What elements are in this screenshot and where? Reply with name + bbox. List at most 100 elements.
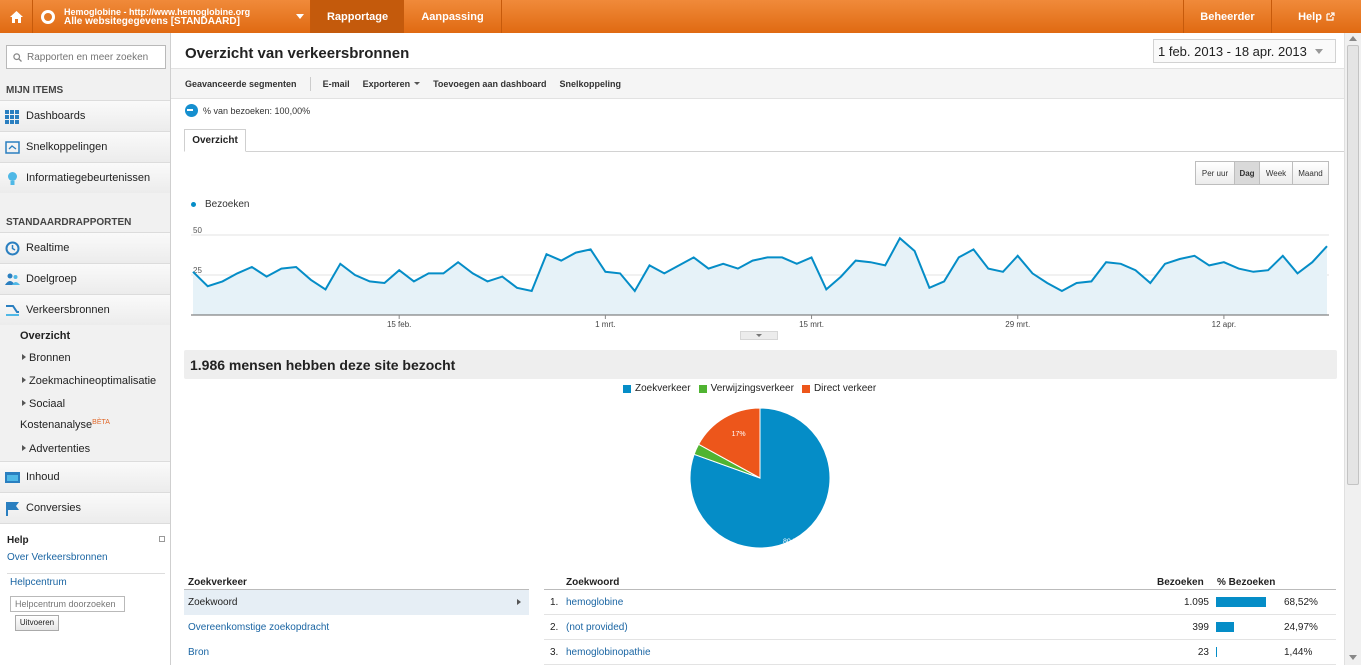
collapse-icon[interactable] xyxy=(159,536,165,542)
row-index: 2. xyxy=(550,622,559,633)
keyword-link[interactable]: (not provided) xyxy=(566,622,628,633)
beta-badge: BÈTA xyxy=(92,419,110,426)
keyword-link[interactable]: hemoglobinopathie xyxy=(566,647,651,658)
dimension-row-bron[interactable]: Bron xyxy=(184,640,529,665)
sidebar-subitem-overzicht[interactable]: Overzicht xyxy=(20,330,70,342)
shortcut-icon xyxy=(5,140,20,154)
legend-label: Verwijzingsverkeer xyxy=(710,383,794,394)
sidebar-item-inhoud[interactable]: Inhoud xyxy=(0,461,170,492)
dag-button[interactable]: Dag xyxy=(1234,162,1259,184)
page-title: Overzicht van verkeersbronnen xyxy=(185,45,410,62)
sidebar-item-snelkoppelingen[interactable]: Snelkoppelingen xyxy=(0,131,170,162)
segment-label: % van bezoeken: 100,00% xyxy=(203,105,311,116)
exporteren-button[interactable]: Exporteren xyxy=(363,79,421,89)
section-standaardrapporten: STANDAARDRAPPORTEN xyxy=(6,217,132,228)
tab-aanpassing[interactable]: Aanpassing xyxy=(404,0,502,33)
section-mijn-items: MIJN ITEMS xyxy=(6,85,64,96)
external-link-icon xyxy=(1326,12,1335,21)
search-input[interactable] xyxy=(27,51,157,63)
clock-icon xyxy=(5,241,20,255)
sidebar-item-dashboards[interactable]: Dashboards xyxy=(0,100,170,131)
dimension-row-zoekwoord[interactable]: Zoekwoord xyxy=(184,590,529,615)
visits-line-chart[interactable]: 255015 feb. 1 mrt. 15 mrt. 29 mrt. 12 apr. xyxy=(191,211,1329,331)
sidebar-item-realtime[interactable]: Realtime xyxy=(0,232,170,263)
legend-label: Zoekverkeer xyxy=(635,383,691,394)
scrollbar-thumb[interactable] xyxy=(1347,45,1359,485)
keyword-link[interactable]: hemoglobine xyxy=(566,597,623,608)
row-index: 3. xyxy=(550,647,559,658)
maand-button[interactable]: Maand xyxy=(1292,162,1328,184)
sidebar-item-conversies[interactable]: Conversies xyxy=(0,492,170,523)
uitvoeren-button[interactable]: Uitvoeren xyxy=(15,615,59,631)
visits-value: 1.095 xyxy=(1183,597,1209,608)
pct-value: 24,97% xyxy=(1284,622,1318,633)
sidebar-search[interactable] xyxy=(6,45,166,69)
vertical-scrollbar[interactable] xyxy=(1344,33,1361,665)
legend-label-bezoeken: Bezoeken xyxy=(205,199,250,210)
tab-rapportage[interactable]: Rapportage xyxy=(311,0,404,33)
sidebar-item-doelgroep[interactable]: Doelgroep xyxy=(0,263,170,294)
account-selector[interactable]: Hemoglobine - http://www.hemoglobine.org… xyxy=(33,0,311,33)
home-icon xyxy=(9,10,23,23)
granularity-switcher: Per uur Dag Week Maand xyxy=(1195,161,1329,185)
content-icon xyxy=(5,471,20,483)
left-dimension-table: Zoekverkeer Zoekwoord Overeenkomstige zo… xyxy=(184,575,529,665)
sidebar-subitem-kostenanalyse[interactable]: KostenanalyseBÈTA xyxy=(20,419,110,431)
sidebar-subitem-sociaal[interactable]: Sociaal xyxy=(20,398,65,410)
people-icon xyxy=(5,273,20,285)
dimension-row-overeenkomstige-zoekopdracht[interactable]: Overeenkomstige zoekopdracht xyxy=(184,615,529,640)
x-tick-label: 1 mrt. xyxy=(595,320,615,329)
email-button[interactable]: E-mail xyxy=(323,79,350,89)
tab-overzicht[interactable]: Overzicht xyxy=(184,129,246,152)
legend-item-direct-verkeer[interactable]: Direct verkeer xyxy=(801,383,877,394)
per-uur-button[interactable]: Per uur xyxy=(1196,162,1234,184)
legend-item-verwijzingsverkeer[interactable]: Verwijzingsverkeer xyxy=(698,383,794,394)
triangle-right-icon xyxy=(22,377,26,383)
header-pct-bezoeken[interactable]: % Bezoeken xyxy=(1217,577,1275,588)
helpcentrum-search-input[interactable]: Helpcentrum doorzoeken xyxy=(10,596,125,612)
help-label: Help xyxy=(1298,10,1322,23)
visits-value: 399 xyxy=(1192,622,1209,633)
pie-slice-label: 17% xyxy=(732,431,746,438)
over-verkeersbronnen-link[interactable]: Over Verkeersbronnen xyxy=(7,552,108,563)
help-button[interactable]: Help xyxy=(1271,0,1361,33)
sidebar-subitem-zoekmachineoptimalisatie[interactable]: Zoekmachineoptimalisatie xyxy=(20,375,156,387)
toolbar-divider xyxy=(309,76,311,91)
helpcentrum-link[interactable]: Helpcentrum xyxy=(10,577,67,588)
segment-indicator[interactable]: % van bezoeken: 100,00% xyxy=(185,104,310,117)
top-bar: Hemoglobine - http://www.hemoglobine.org… xyxy=(0,0,1361,33)
legend-label: Direct verkeer xyxy=(813,383,877,394)
legend-item-zoekverkeer[interactable]: Zoekverkeer xyxy=(623,383,691,394)
segment-icon xyxy=(185,104,198,117)
share-bar xyxy=(1216,622,1235,632)
sidebar-item-label: Conversies xyxy=(26,502,82,514)
header-bezoeken[interactable]: Bezoeken xyxy=(1157,577,1204,588)
sidebar: MIJN ITEMS Dashboards Snelkoppelingen In… xyxy=(0,33,171,665)
snelkoppeling-button[interactable]: Snelkoppeling xyxy=(559,79,621,89)
sidebar-subitem-bronnen[interactable]: Bronnen xyxy=(20,352,71,364)
geavanceerde-segmenten-button[interactable]: Geavanceerde segmenten xyxy=(185,79,297,89)
share-bar xyxy=(1216,597,1267,607)
sidebar-item-label: Dashboards xyxy=(26,110,86,122)
traffic-pie-chart[interactable]: 80.5% 17% xyxy=(686,404,834,552)
sidebar-item-informatiegebeurtenissen[interactable]: Informatiegebeurtenissen xyxy=(0,162,170,193)
week-button[interactable]: Week xyxy=(1259,162,1292,184)
scroll-up-icon[interactable] xyxy=(1349,36,1357,41)
date-range-picker[interactable]: 1 feb. 2013 - 18 apr. 2013 xyxy=(1153,39,1336,63)
sidebar-item-label: Informatiegebeurtenissen xyxy=(26,172,151,184)
tab-divider xyxy=(184,151,1344,152)
chart-resize-handle[interactable] xyxy=(740,331,778,340)
scroll-down-icon[interactable] xyxy=(1349,655,1357,660)
chevron-down-icon xyxy=(1314,48,1323,54)
home-button[interactable] xyxy=(0,0,33,33)
toevoegen-dashboard-button[interactable]: Toevoegen aan dashboard xyxy=(433,79,546,89)
header-zoekwoord[interactable]: Zoekwoord xyxy=(566,577,619,588)
divider xyxy=(7,573,165,574)
globe-icon xyxy=(41,9,55,24)
pie-slice-label: 80.5% xyxy=(783,539,803,546)
beheerder-button[interactable]: Beheerder xyxy=(1183,0,1271,33)
sidebar-item-verkeersbronnen[interactable]: Verkeersbronnen xyxy=(0,294,170,325)
main-content: Overzicht van verkeersbronnen 1 feb. 201… xyxy=(171,33,1344,665)
sidebar-subitem-advertenties[interactable]: Advertenties xyxy=(20,443,90,455)
report-toolbar: Geavanceerde segmenten E-mail Exporteren… xyxy=(171,68,1344,99)
